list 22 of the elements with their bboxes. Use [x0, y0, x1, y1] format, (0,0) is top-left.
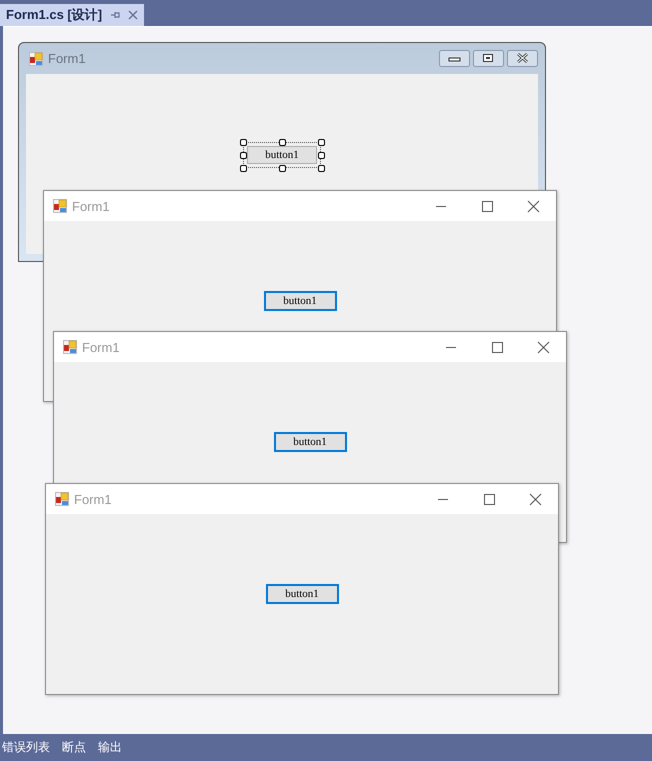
window-title: Form1: [72, 198, 111, 214]
panel-tab[interactable]: 输出: [98, 739, 122, 756]
window-title: Form1: [48, 51, 87, 66]
panel-tab[interactable]: 断点: [62, 739, 86, 756]
panel-tab[interactable]: 错误列表: [2, 739, 50, 756]
form-button[interactable]: button1: [266, 584, 338, 604]
close-icon[interactable]: [507, 50, 538, 67]
pin-icon[interactable]: [110, 10, 120, 20]
window-title: Form1: [74, 492, 113, 506]
document-tab[interactable]: Form1.cs [设计]: [0, 4, 144, 26]
window-title: Form1: [82, 340, 121, 354]
resize-handle[interactable]: [278, 164, 286, 172]
minimize-icon[interactable]: [439, 50, 470, 67]
resize-handle[interactable]: [278, 138, 286, 146]
form-icon: [63, 340, 77, 354]
form-button[interactable]: button1: [274, 432, 346, 452]
form-button[interactable]: button1: [247, 146, 317, 164]
form-icon: [29, 52, 43, 66]
form-icon: [53, 199, 67, 213]
form-icon: [55, 492, 69, 506]
form-button[interactable]: button1: [264, 291, 336, 311]
maximize-icon[interactable]: [473, 50, 504, 67]
